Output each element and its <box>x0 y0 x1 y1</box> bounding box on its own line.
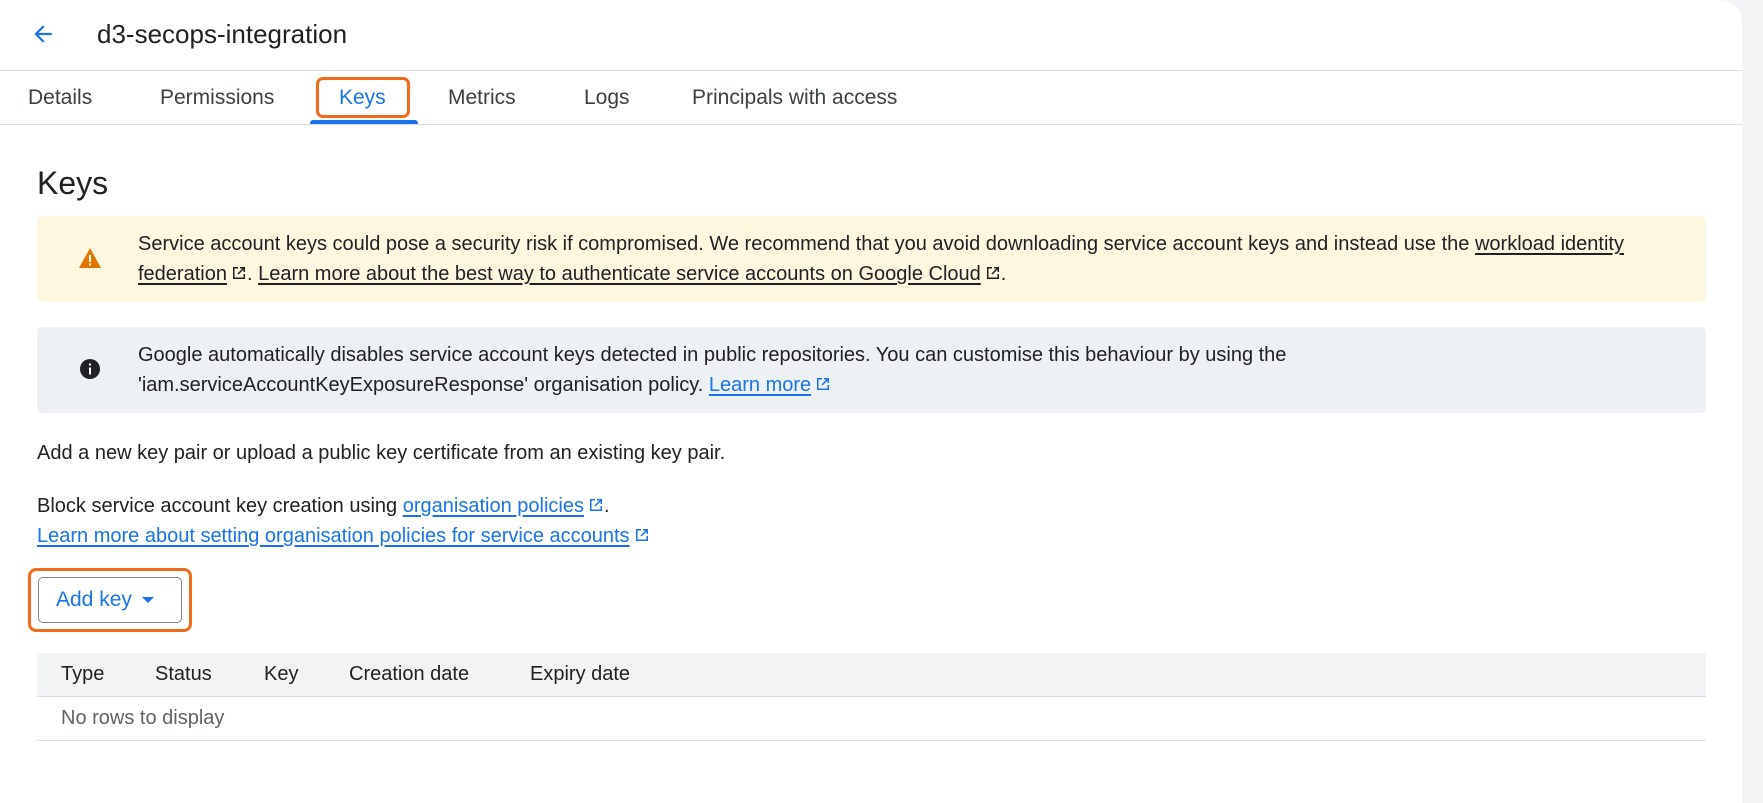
add-key-button[interactable]: Add key <box>38 577 182 623</box>
caret-down-icon <box>141 597 154 603</box>
page-title: d3-secops-integration <box>97 19 348 49</box>
warning-text-after: . <box>1000 263 1007 285</box>
info-text-line1: Google automatically disables service ac… <box>138 344 1287 366</box>
tab-principals-with-access[interactable]: Principals with access <box>692 71 897 124</box>
tab-logs[interactable]: Logs <box>584 71 630 124</box>
column-header-creation-date[interactable]: Creation date <box>349 653 469 696</box>
add-key-description: Add a new key pair or upload a public ke… <box>37 442 726 464</box>
external-link-icon <box>817 378 830 390</box>
tab-details[interactable]: Details <box>28 71 92 124</box>
warning-icon <box>75 243 105 273</box>
info-banner: Google automatically disables service ac… <box>37 327 1706 413</box>
block-key-creation-text: Block service account key creation using… <box>37 491 650 551</box>
info-learn-more-label: Learn more <box>708 374 812 396</box>
info-learn-more-link[interactable]: Learn more <box>709 374 811 396</box>
external-link-icon <box>986 267 999 279</box>
tab-metrics[interactable]: Metrics <box>448 71 516 124</box>
warning-text-middle: . <box>246 263 259 285</box>
learn-more-org-policies-label: Learn more about setting organisation po… <box>37 525 630 547</box>
external-link-icon <box>589 499 602 511</box>
info-text: Google automatically disables service ac… <box>138 340 1678 400</box>
warning-banner: Service account keys could pose a securi… <box>37 216 1706 302</box>
warning-text-before: Service account keys could pose a securi… <box>138 233 1475 255</box>
table-empty-message: No rows to display <box>37 697 1706 741</box>
authenticate-service-accounts-link[interactable]: Learn more about the best way to authent… <box>258 263 981 285</box>
info-text-line2: 'iam.serviceAccountKeyExposureResponse' … <box>138 374 709 396</box>
organisation-policies-link[interactable]: organisation policies <box>403 495 584 517</box>
external-link-icon <box>635 529 648 541</box>
external-link-icon <box>232 267 245 279</box>
service-account-panel: d3-secops-integration Details Permission… <box>0 0 1742 803</box>
tab-bar: Details Permissions Keys Metrics Logs Pr… <box>0 71 1742 125</box>
authenticate-service-accounts-label: Learn more about the best way to authent… <box>258 263 981 285</box>
keys-table: Type Status Key Creation date Expiry dat… <box>37 653 1706 741</box>
back-button[interactable] <box>22 16 64 52</box>
active-tab-indicator <box>310 120 418 124</box>
add-key-label: Add key <box>56 588 132 611</box>
organisation-policies-label: organisation policies <box>402 495 584 517</box>
tab-keys[interactable]: Keys <box>339 71 386 124</box>
block-text-before: Block service account key creation using <box>37 495 403 517</box>
table-header: Type Status Key Creation date Expiry dat… <box>37 653 1706 697</box>
info-icon <box>75 354 105 384</box>
arrow-left-icon <box>34 25 52 43</box>
learn-more-org-policies-link[interactable]: Learn more about setting organisation po… <box>37 525 630 547</box>
tab-permissions[interactable]: Permissions <box>160 71 274 124</box>
page-header: d3-secops-integration <box>0 0 1742 71</box>
column-header-type[interactable]: Type <box>61 653 104 696</box>
warning-text: Service account keys could pose a securi… <box>138 229 1678 289</box>
block-text-after: . <box>603 495 610 517</box>
column-header-key[interactable]: Key <box>264 653 298 696</box>
column-header-expiry-date[interactable]: Expiry date <box>530 653 630 696</box>
section-title: Keys <box>37 165 109 201</box>
column-header-status[interactable]: Status <box>155 653 212 696</box>
